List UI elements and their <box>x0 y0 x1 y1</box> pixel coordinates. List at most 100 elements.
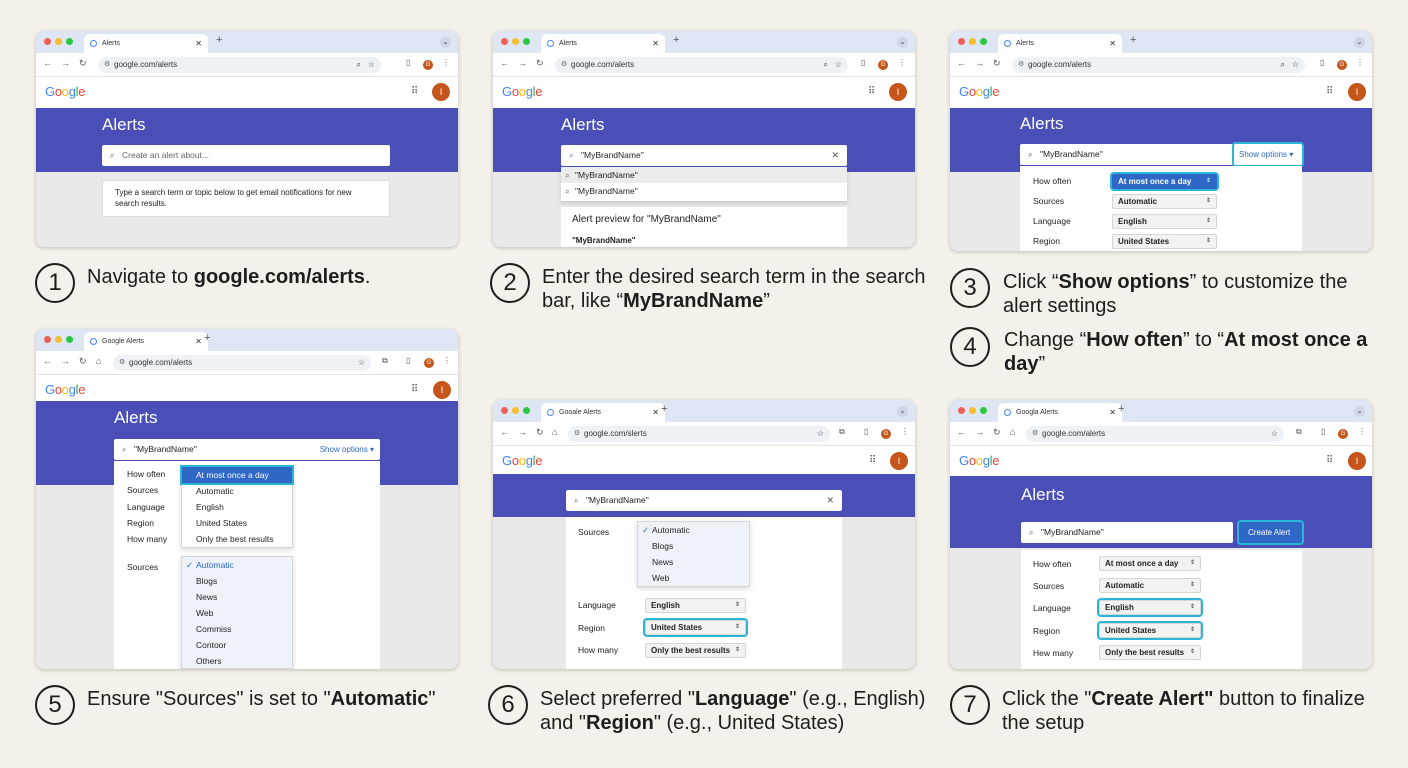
reload-icon[interactable]: ↻ <box>536 427 544 438</box>
how-many-select[interactable]: Only the best results ⇕ <box>1099 645 1201 660</box>
reload-icon[interactable]: ↻ <box>993 427 1001 438</box>
back-icon[interactable]: ← <box>957 427 966 437</box>
zoom-icon[interactable]: ⌕ <box>357 57 361 73</box>
show-options-button[interactable]: Show options ▾ <box>1234 144 1302 165</box>
profile-avatar[interactable]: G <box>881 429 891 439</box>
window-controls[interactable] <box>44 336 73 343</box>
menu-icon[interactable]: ⋮ <box>443 356 451 365</box>
star-icon[interactable]: ☆ <box>835 57 842 73</box>
apps-grid-icon[interactable]: ⠿ <box>869 455 876 466</box>
browser-tab[interactable]: Alerts ✕ <box>998 34 1122 53</box>
url-field[interactable]: ⚙ google.com/alerts ☆ <box>1026 426 1284 442</box>
star-icon[interactable]: ☆ <box>358 355 365 371</box>
window-controls[interactable] <box>958 407 987 414</box>
profile-avatar[interactable]: G <box>1338 429 1348 439</box>
suggestion-item[interactable]: ⌕ "MyBrandName" <box>561 167 847 183</box>
back-icon[interactable]: ← <box>43 58 52 68</box>
dropdown-option[interactable]: At most once a day <box>182 467 292 483</box>
back-icon[interactable]: ← <box>500 58 509 68</box>
chevron-down-icon[interactable]: ⌄ <box>1354 406 1365 417</box>
google-logo[interactable]: Google <box>45 382 85 397</box>
back-icon[interactable]: ← <box>500 427 509 437</box>
account-avatar[interactable]: I <box>890 452 908 470</box>
how-often-select[interactable]: At most once a day ⇕ <box>1099 556 1201 571</box>
forward-icon[interactable]: → <box>61 356 70 366</box>
dropdown-option[interactable]: Web <box>182 605 292 621</box>
home-icon[interactable]: ⌂ <box>1010 427 1015 437</box>
dropdown-option[interactable]: Blogs <box>182 573 292 589</box>
apps-grid-icon[interactable]: ⠿ <box>868 86 875 97</box>
sources-select[interactable]: Automatic ⇕ <box>1099 578 1201 593</box>
star-icon[interactable]: ☆ <box>1271 426 1278 442</box>
zoom-icon[interactable]: ⌕ <box>824 57 828 73</box>
sidebar-icon[interactable]: ▯ <box>1320 58 1324 67</box>
sources-select[interactable]: Automatic ⇕ <box>1112 194 1217 209</box>
url-field[interactable]: ⚙ google.com/slerts ☆ <box>568 426 830 442</box>
browser-tab[interactable]: Gooale Alerts ✕ <box>541 403 665 422</box>
dropdown-option[interactable]: ✓ Automatic <box>638 522 749 538</box>
forward-icon[interactable]: → <box>518 58 527 68</box>
profile-avatar[interactable]: G <box>1337 60 1347 70</box>
dropdown-option[interactable]: News <box>638 554 749 570</box>
chevron-down-icon[interactable]: ⌄ <box>897 406 908 417</box>
browser-tab[interactable]: Alerts ✕ <box>541 34 665 53</box>
profile-avatar[interactable]: G <box>424 358 434 368</box>
forward-icon[interactable]: → <box>61 58 70 68</box>
google-logo[interactable]: Google <box>502 453 542 468</box>
back-icon[interactable]: ← <box>43 356 52 366</box>
language-select[interactable]: English ⇕ <box>1112 214 1217 229</box>
search-input[interactable]: ⌕ "MyBrandName" ✕ <box>566 490 842 511</box>
close-icon[interactable]: ✕ <box>652 34 659 53</box>
google-logo[interactable]: Google <box>959 453 999 468</box>
clear-icon[interactable]: ✕ <box>826 490 834 511</box>
account-avatar[interactable]: I <box>432 83 450 101</box>
apps-grid-icon[interactable]: ⠿ <box>411 86 418 97</box>
sidebar-icon[interactable]: ▯ <box>406 58 410 67</box>
chevron-down-icon[interactable]: ⌄ <box>440 37 451 48</box>
dropdown-option[interactable]: News <box>182 589 292 605</box>
dropdown-option[interactable]: English <box>182 499 292 515</box>
browser-tab[interactable]: Googla Alerts ✕ <box>998 403 1122 422</box>
url-field[interactable]: ⚙ google.com/alerts ⌕ ☆ <box>1012 57 1305 73</box>
dropdown-option[interactable]: Blogs <box>638 538 749 554</box>
suggestion-item[interactable]: ⌕ "MyBrandName" <box>561 183 847 199</box>
new-tab-icon[interactable]: + <box>1118 403 1124 415</box>
new-tab-icon[interactable]: + <box>673 34 679 46</box>
region-select[interactable]: United States ⇕ <box>645 620 746 635</box>
browser-tab[interactable]: Alerts ✕ <box>84 34 208 53</box>
how-many-select[interactable]: Only the best results ⇕ <box>645 643 746 658</box>
menu-icon[interactable]: ⋮ <box>1358 427 1366 436</box>
search-input[interactable]: ⌕ "MyBrandName" Show options ▾ <box>114 439 380 460</box>
home-icon[interactable]: ⌂ <box>96 356 101 366</box>
extensions-icon[interactable]: ⧉ <box>382 356 388 366</box>
account-avatar[interactable]: I <box>889 83 907 101</box>
chevron-down-icon[interactable]: ⌄ <box>897 37 908 48</box>
account-avatar[interactable]: I <box>1348 452 1366 470</box>
new-tab-icon[interactable]: + <box>204 332 210 344</box>
extensions-icon[interactable]: ⧉ <box>1296 427 1302 437</box>
chevron-down-icon[interactable]: ⌄ <box>1354 37 1365 48</box>
search-input[interactable]: ⌕ "MyBrandName" ✕ <box>561 145 847 166</box>
reload-icon[interactable]: ↻ <box>79 356 87 367</box>
star-icon[interactable]: ☆ <box>817 426 824 442</box>
language-select[interactable]: English ⇕ <box>645 598 746 613</box>
dropdown-option[interactable]: ✓ Automatic <box>182 557 292 573</box>
region-select[interactable]: United States ⇕ <box>1112 234 1217 249</box>
apps-grid-icon[interactable]: ⠿ <box>411 384 418 395</box>
profile-avatar[interactable]: G <box>878 60 888 70</box>
sidebar-icon[interactable]: ▯ <box>1321 427 1325 436</box>
back-icon[interactable]: ← <box>957 58 966 68</box>
extensions-icon[interactable]: ⧉ <box>839 427 845 437</box>
reload-icon[interactable]: ↻ <box>993 58 1001 69</box>
google-logo[interactable]: Google <box>959 84 999 99</box>
sidebar-icon[interactable]: ▯ <box>864 427 868 436</box>
menu-icon[interactable]: ⋮ <box>1356 58 1364 67</box>
close-icon[interactable]: ✕ <box>195 332 202 351</box>
star-icon[interactable]: ☆ <box>368 57 375 73</box>
close-icon[interactable]: ✕ <box>1109 34 1116 53</box>
new-tab-icon[interactable]: + <box>661 403 667 415</box>
reload-icon[interactable]: ↻ <box>536 58 544 69</box>
close-icon[interactable]: ✕ <box>195 34 202 53</box>
new-tab-icon[interactable]: + <box>216 34 222 46</box>
apps-grid-icon[interactable]: ⠿ <box>1326 86 1333 97</box>
